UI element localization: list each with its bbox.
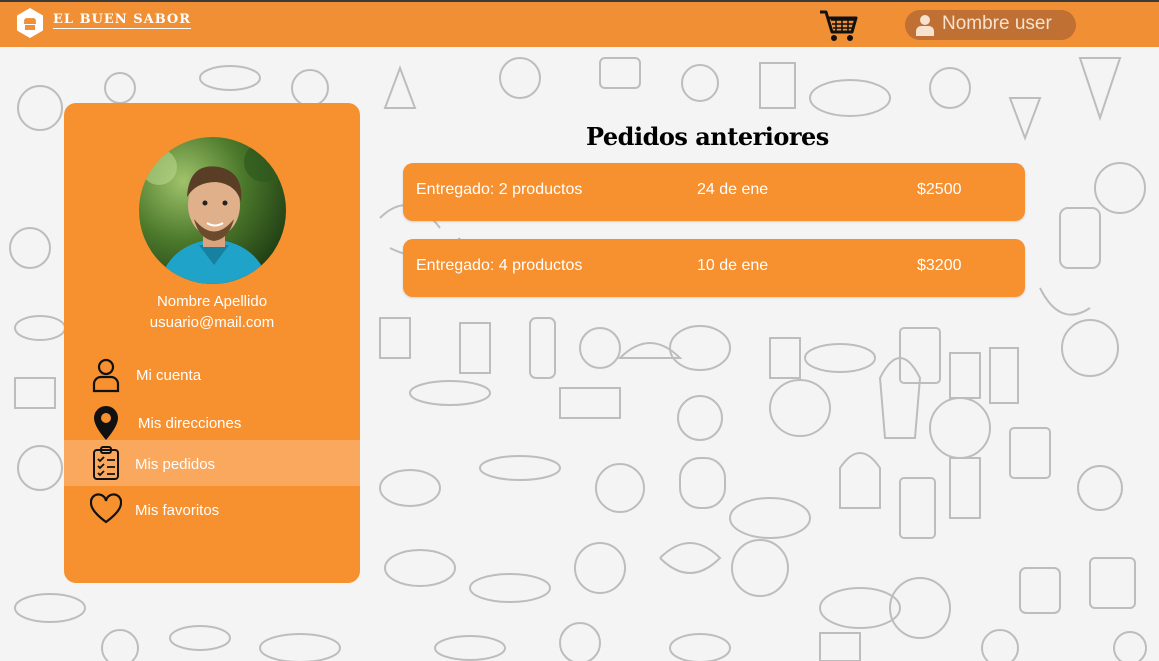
order-row[interactable]: Entregado: 2 productos 24 de ene $2500 bbox=[403, 163, 1025, 221]
order-date: 24 de ene bbox=[697, 181, 769, 198]
location-pin-icon bbox=[90, 405, 122, 441]
order-total: $2500 bbox=[917, 181, 962, 198]
order-row[interactable]: Entregado: 4 productos 10 de ene $3200 bbox=[403, 239, 1025, 297]
brand-name[interactable]: EL BUEN SABOR bbox=[53, 12, 192, 29]
order-status: Entregado: 2 productos bbox=[416, 181, 583, 198]
user-icon bbox=[915, 14, 935, 36]
chef-hat-icon[interactable] bbox=[14, 7, 46, 39]
order-date: 10 de ene bbox=[697, 257, 769, 274]
account-sidebar: Nombre Apellido usuario@mail.com Mi cuen… bbox=[64, 103, 360, 583]
user-outline-icon bbox=[90, 357, 122, 393]
sidebar-item-label: Mis direcciones bbox=[138, 415, 242, 432]
order-status: Entregado: 4 productos bbox=[416, 257, 583, 274]
order-total: $3200 bbox=[917, 257, 962, 274]
sidebar-item-mi-cuenta[interactable]: Mi cuenta bbox=[64, 352, 360, 398]
clipboard-checklist-icon bbox=[90, 445, 122, 481]
profile-email: usuario@mail.com bbox=[149, 314, 275, 331]
heart-icon bbox=[89, 490, 123, 526]
profile-name: Nombre Apellido bbox=[156, 293, 268, 310]
top-bar: EL BUEN SABOR Nombre user bbox=[0, 0, 1159, 47]
page-title: Pedidos anteriores bbox=[586, 122, 829, 151]
sidebar-item-label: Mi cuenta bbox=[136, 367, 202, 384]
sidebar-item-label: Mis favoritos bbox=[135, 502, 220, 519]
sidebar-item-label: Mis pedidos bbox=[135, 456, 216, 473]
avatar bbox=[139, 137, 286, 284]
shopping-cart-icon[interactable] bbox=[818, 8, 858, 44]
user-menu-button[interactable]: Nombre user bbox=[905, 10, 1076, 40]
sidebar-item-mis-pedidos[interactable]: Mis pedidos bbox=[64, 440, 360, 486]
sidebar-item-mis-favoritos[interactable]: Mis favoritos bbox=[64, 487, 360, 533]
user-name: Nombre user bbox=[942, 13, 1052, 34]
